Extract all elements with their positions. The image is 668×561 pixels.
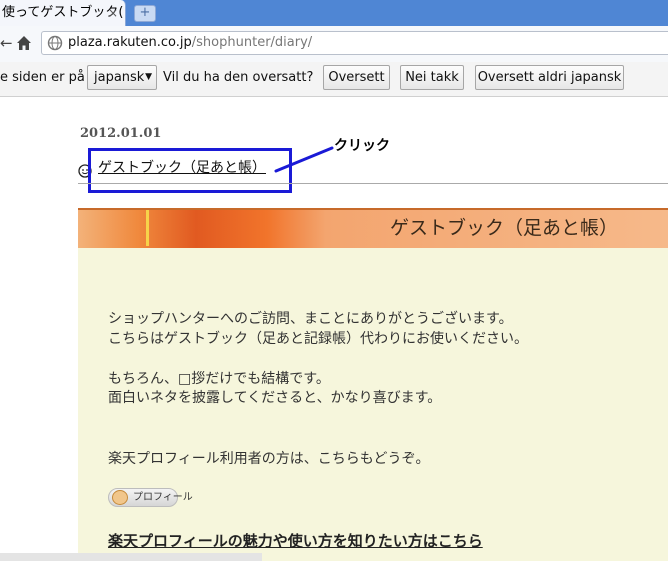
profile-info-link[interactable]: 楽天プロフィールの魅力や使い方を知りたい方はこちら (108, 531, 483, 551)
no-thanks-button[interactable]: Nei takk (400, 65, 464, 90)
translate-question-text: Vil du ha den oversatt? (163, 70, 314, 85)
banner-stripe (146, 210, 149, 246)
translate-button[interactable]: Oversett (323, 65, 390, 90)
language-select[interactable]: japansk ▼ (87, 65, 157, 90)
language-select-value: japansk (94, 70, 145, 85)
click-annotation-label: クリック (334, 138, 390, 154)
banner-title: ゲストブック（足あと帳） (390, 217, 619, 239)
never-translate-button[interactable]: Oversett aldri japansk (475, 65, 624, 90)
translate-prefix-text: e siden er på (0, 70, 85, 85)
pointer-line (270, 143, 336, 175)
home-icon[interactable] (14, 32, 34, 54)
guestbook-line-4: 面白いネタを披露してくださると、かなり喜びます。 (108, 390, 442, 406)
profile-face-icon (112, 490, 128, 505)
guestbook-line-2: こちらはゲストブック（足あと記録帳）代わりにお使いください。 (108, 331, 528, 347)
click-highlight-box (88, 148, 292, 193)
entry-date: 2012.01.01 (80, 126, 162, 141)
back-arrow-icon[interactable]: ← (0, 32, 13, 54)
new-tab-button[interactable]: + (134, 5, 156, 22)
horizontal-scrollbar[interactable] (0, 553, 262, 561)
close-icon[interactable]: × (106, 6, 120, 20)
guestbook-line-1: ショップハンターへのご訪問、まことにありがとうございます。 (108, 311, 513, 327)
chevron-down-icon: ▼ (145, 72, 152, 82)
entry-divider (78, 183, 668, 184)
globe-icon (47, 35, 63, 51)
guestbook-line-5: 楽天プロフィール利用者の方は、こちらもどうぞ。 (108, 451, 430, 467)
url-host: plaza.rakuten.co.jp (68, 35, 192, 50)
url-text[interactable]: plaza.rakuten.co.jp/shophunter/diary/ (68, 35, 312, 51)
guestbook-line-3: もちろん、□拶だけでも結構です。 (108, 371, 330, 387)
url-path: /shophunter/diary/ (191, 35, 313, 50)
